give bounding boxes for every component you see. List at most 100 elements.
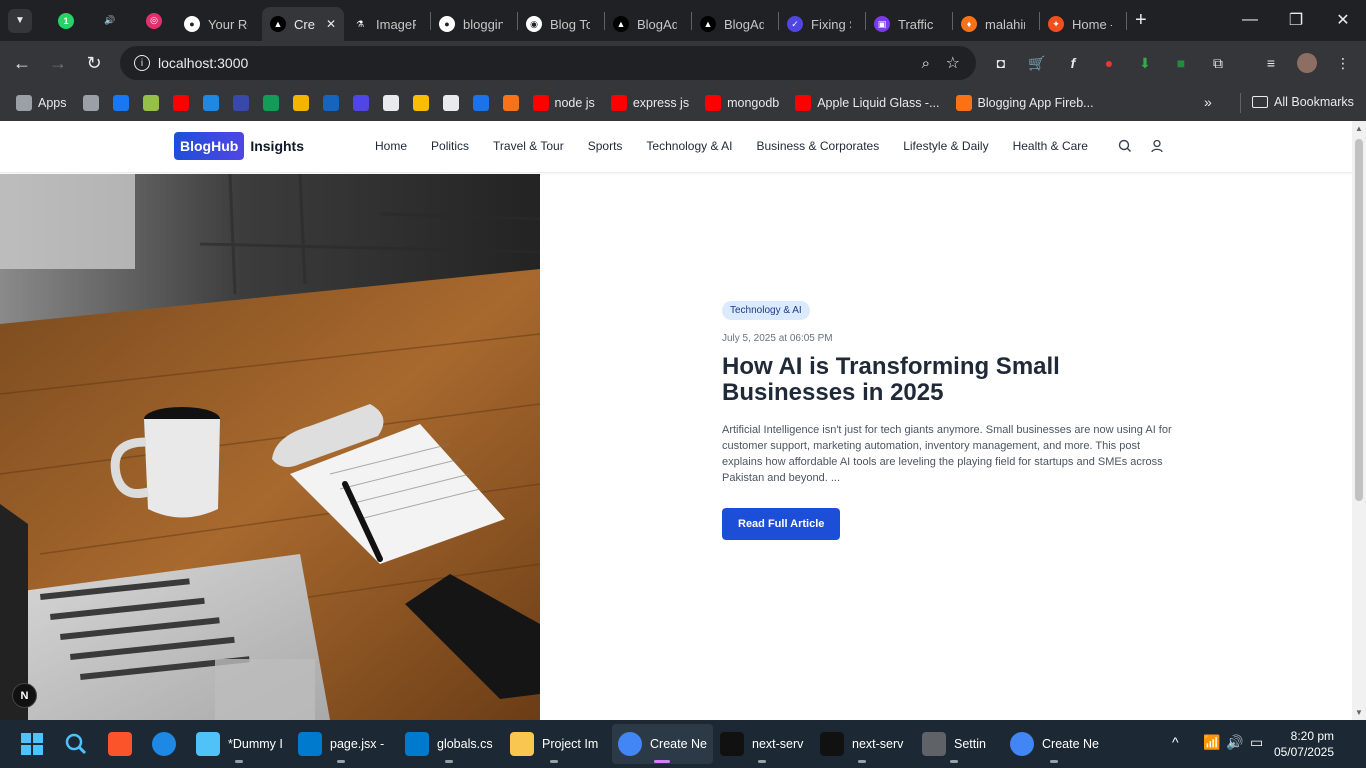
nav-link[interactable]: Travel & Tour: [493, 139, 564, 153]
bookmark-item[interactable]: [172, 95, 189, 111]
nav-link[interactable]: Health & Care: [1013, 139, 1088, 153]
all-bookmarks-button[interactable]: All Bookmarks: [1252, 95, 1354, 109]
app-store-button[interactable]: [152, 724, 176, 764]
pinned-tab[interactable]: 1: [44, 0, 88, 41]
user-icon[interactable]: [1149, 138, 1165, 154]
volume-icon[interactable]: 🔊: [1226, 734, 1243, 751]
zoom-icon[interactable]: ⌕: [922, 55, 930, 72]
bookmark-item[interactable]: node js: [532, 95, 595, 111]
taskbar-app[interactable]: next-serv: [820, 724, 903, 764]
tab-favicon-icon: 1: [58, 12, 74, 29]
bookmark-item[interactable]: [142, 95, 159, 111]
app-icon: [1010, 732, 1034, 756]
taskbar-app[interactable]: page.jsx -: [298, 724, 384, 764]
nav-link[interactable]: Technology & AI: [646, 139, 732, 153]
start-button[interactable]: [20, 724, 44, 764]
bookmark-item[interactable]: [382, 95, 399, 111]
bookmark-item[interactable]: express js: [610, 95, 689, 111]
bookmark-item[interactable]: Apple Liquid Glass -...: [795, 95, 940, 111]
bookmark-item[interactable]: [202, 95, 219, 111]
taskbar-app[interactable]: globals.cs: [405, 724, 493, 764]
battery-icon[interactable]: ▭: [1250, 734, 1263, 751]
page-scrollbar[interactable]: ▲ ▼: [1352, 121, 1366, 720]
nav-link[interactable]: Lifestyle & Daily: [903, 139, 988, 153]
bookmark-item[interactable]: [352, 95, 369, 111]
profile-avatar[interactable]: [1294, 50, 1320, 76]
bookmark-item[interactable]: [292, 95, 309, 111]
search-icon[interactable]: [1117, 138, 1133, 154]
browser-tab[interactable]: ● Your Re: [176, 7, 262, 41]
tab-favicon-icon: ●: [439, 16, 455, 32]
site-info-icon[interactable]: i: [134, 55, 150, 71]
bookmark-item[interactable]: [322, 95, 339, 111]
bookmark-item[interactable]: [262, 95, 279, 111]
browser-tab[interactable]: ▲ Cre ✕: [262, 7, 344, 41]
bookmark-item[interactable]: [412, 95, 429, 111]
bookmark-item[interactable]: [502, 95, 519, 111]
bookmark-item[interactable]: mongodb: [705, 95, 779, 111]
browser-menu-icon[interactable]: ⋮: [1330, 50, 1356, 76]
system-clock[interactable]: 8:20 pm 05/07/2025: [1274, 728, 1334, 760]
nextjs-dev-indicator[interactable]: N: [12, 683, 37, 708]
close-window-button[interactable]: ✕: [1320, 0, 1366, 40]
brave-browser-button[interactable]: [108, 724, 132, 764]
pinned-tab[interactable]: ◎: [132, 0, 176, 41]
bookmark-item[interactable]: Apps: [16, 95, 67, 111]
bookmark-star-icon[interactable]: ☆: [946, 53, 960, 73]
address-bar[interactable]: i localhost:3000 ⌕ ☆: [120, 46, 976, 80]
taskbar-app[interactable]: next-serv: [720, 724, 803, 764]
tray-overflow-icon[interactable]: ^: [1172, 734, 1179, 750]
nav-link[interactable]: Home: [375, 139, 407, 153]
scrollbar-thumb[interactable]: [1355, 139, 1363, 501]
media-control-icon[interactable]: ≡: [1258, 50, 1284, 76]
category-badge[interactable]: Technology & AI: [722, 301, 810, 320]
tab-search-button[interactable]: ▼: [8, 8, 32, 33]
bookmark-item[interactable]: [82, 95, 99, 111]
bookmark-item[interactable]: [232, 95, 249, 111]
browser-tab[interactable]: ▲ BlogAd: [692, 7, 778, 41]
bookmark-item[interactable]: [442, 95, 459, 111]
nav-link[interactable]: Business & Corporates: [756, 139, 879, 153]
taskbar-app[interactable]: Create Ne: [1010, 724, 1099, 764]
browser-tab[interactable]: ⚗ ImageF: [344, 7, 430, 41]
bookmark-item[interactable]: Blogging App Fireb...: [955, 95, 1094, 111]
forward-button[interactable]: →: [40, 45, 76, 81]
browser-tab[interactable]: ● bloggin: [431, 7, 517, 41]
ublock-extension-icon[interactable]: ●: [1096, 50, 1122, 76]
browser-tab[interactable]: ◉ Blog To: [518, 7, 604, 41]
scroll-down-icon[interactable]: ▼: [1355, 708, 1363, 717]
browser-tab[interactable]: ✓ Fixing S: [779, 7, 865, 41]
read-full-article-button[interactable]: Read Full Article: [722, 508, 841, 540]
extensions-puzzle-icon[interactable]: ⧉: [1205, 50, 1231, 76]
reload-button[interactable]: ↻: [76, 45, 112, 81]
cart-extension-icon[interactable]: 🛒: [1024, 50, 1050, 76]
taskbar-app[interactable]: Project Im: [510, 724, 598, 764]
taskbar-app[interactable]: *Dummy I: [196, 724, 283, 764]
nav-link[interactable]: Politics: [431, 139, 469, 153]
more-bookmarks-icon[interactable]: »: [1204, 94, 1212, 110]
new-tab-button[interactable]: +: [1135, 9, 1147, 32]
wifi-icon[interactable]: 📶: [1203, 734, 1220, 751]
download-extension-icon[interactable]: ⬇: [1132, 50, 1158, 76]
camera-extension-icon[interactable]: ◘: [988, 50, 1014, 76]
browser-tab[interactable]: ✦ Home -: [1040, 7, 1126, 41]
browser-tab[interactable]: ▲ BlogAd: [605, 7, 691, 41]
nav-link[interactable]: Sports: [588, 139, 623, 153]
font-extension-icon[interactable]: f: [1060, 50, 1086, 76]
bookmark-item[interactable]: [472, 95, 489, 111]
green-extension-icon[interactable]: ■: [1168, 50, 1194, 76]
tab-favicon-icon: ♦: [961, 16, 977, 32]
restore-button[interactable]: ❐: [1273, 0, 1319, 40]
search-taskbar-button[interactable]: [64, 724, 88, 764]
scroll-up-icon[interactable]: ▲: [1355, 124, 1363, 133]
browser-tab[interactable]: ▣ Traffic R: [866, 7, 952, 41]
close-tab-icon[interactable]: ✕: [326, 17, 336, 31]
site-logo[interactable]: BlogHub Insights: [174, 132, 304, 160]
back-button[interactable]: ←: [4, 45, 40, 81]
minimize-button[interactable]: —: [1227, 0, 1273, 40]
bookmark-item[interactable]: [112, 95, 129, 111]
browser-tab[interactable]: ♦ malahin: [953, 7, 1039, 41]
taskbar-app[interactable]: Settin: [922, 724, 986, 764]
taskbar-app[interactable]: Create Ne: [612, 724, 713, 764]
pinned-tab[interactable]: 🔊: [88, 0, 132, 41]
